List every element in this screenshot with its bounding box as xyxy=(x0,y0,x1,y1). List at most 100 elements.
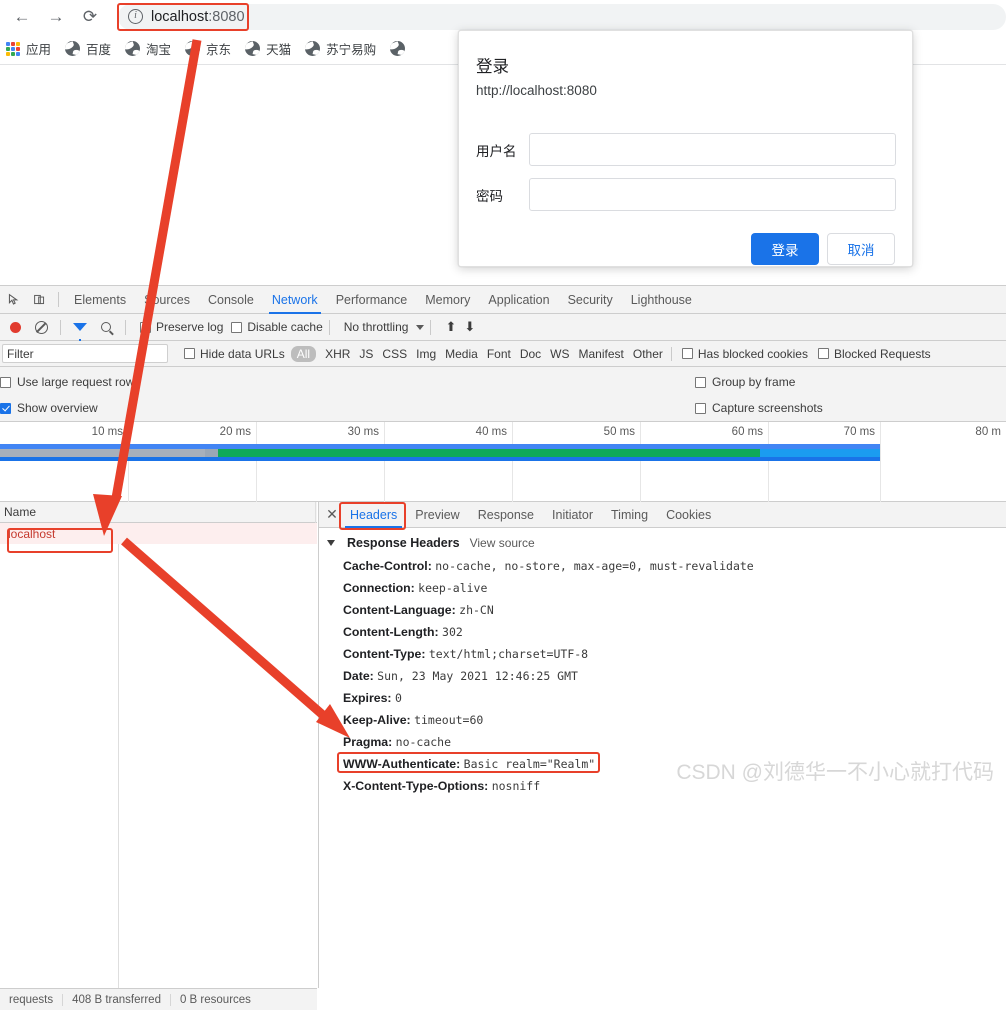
disable-cache-checkbox[interactable] xyxy=(231,321,243,333)
bookmark-suning[interactable]: 苏宁易购 xyxy=(305,39,376,58)
header-name: Keep-Alive: xyxy=(343,713,411,727)
request-list-body xyxy=(0,544,317,988)
filter-type-img[interactable]: Img xyxy=(416,347,436,361)
bookmark-tmall[interactable]: 天猫 xyxy=(245,39,291,58)
column-name[interactable]: Name xyxy=(0,501,316,523)
tab-network[interactable]: Network xyxy=(263,286,327,314)
filter-type-xhr[interactable]: XHR xyxy=(325,347,350,361)
forward-icon[interactable]: → xyxy=(42,3,70,31)
inspect-element-icon[interactable] xyxy=(0,287,26,313)
divider xyxy=(58,292,59,307)
login-button[interactable]: 登录 xyxy=(751,233,819,265)
bookmark-extra[interactable] xyxy=(390,41,411,56)
blocked-requests-option[interactable]: Blocked Requests xyxy=(817,346,931,361)
has-blocked-cookies-checkbox[interactable] xyxy=(681,348,693,359)
tab-application[interactable]: Application xyxy=(479,286,558,314)
tab-initiator[interactable]: Initiator xyxy=(543,502,602,528)
blocked-requests-checkbox[interactable] xyxy=(817,348,829,359)
filter-type-manifest[interactable]: Manifest xyxy=(579,347,624,361)
tab-elements[interactable]: Elements xyxy=(65,286,135,314)
use-large-request-rows-checkbox[interactable] xyxy=(0,376,11,388)
password-input[interactable] xyxy=(529,178,896,211)
group-by-frame-checkbox[interactable] xyxy=(695,376,706,388)
capture-screenshots-checkbox[interactable] xyxy=(695,402,706,414)
preserve-log-checkbox[interactable] xyxy=(140,321,151,333)
response-headers-section-header[interactable]: Response Headers View source xyxy=(327,536,1006,550)
use-large-request-rows-option[interactable]: Use large request rows xyxy=(0,375,140,389)
bookmark-jd[interactable]: 京东 xyxy=(185,39,231,58)
disable-cache-option[interactable]: Disable cache xyxy=(231,320,323,334)
request-list-header: Name xyxy=(0,501,317,523)
close-icon[interactable]: ✕ xyxy=(323,506,341,523)
device-toolbar-icon[interactable] xyxy=(26,287,52,313)
preserve-log-option[interactable]: Preserve log xyxy=(140,320,223,334)
tab-headers[interactable]: Headers xyxy=(341,502,406,528)
filter-type-ws[interactable]: WS xyxy=(550,347,569,361)
import-har-icon[interactable]: ⬆ xyxy=(445,319,456,335)
header-value: no-cache xyxy=(395,735,452,749)
resources-size: 0 B resources xyxy=(179,993,251,1006)
show-overview-checkbox[interactable] xyxy=(0,402,11,414)
cancel-button[interactable]: 取消 xyxy=(827,233,895,265)
hide-data-urls-option[interactable]: Hide data URLs xyxy=(184,347,285,361)
back-icon[interactable]: ← xyxy=(8,3,36,31)
filter-type-js[interactable]: JS xyxy=(359,347,373,361)
tab-lighthouse[interactable]: Lighthouse xyxy=(622,286,701,314)
request-details-pane: ✕ Headers Preview Response Initiator Tim… xyxy=(318,502,1006,988)
tick-label: 20 ms xyxy=(219,426,251,438)
filter-type-other[interactable]: Other xyxy=(633,347,663,361)
browser-toolbar: ← → ⟳ i localhost:8080 xyxy=(0,0,1006,33)
tab-performance[interactable]: Performance xyxy=(327,286,417,314)
header-value: 0 xyxy=(394,691,402,705)
has-blocked-cookies-option[interactable]: Has blocked cookies xyxy=(681,347,808,361)
header-name: WWW-Authenticate: xyxy=(343,757,461,771)
header-name: Content-Length: xyxy=(343,625,439,639)
username-input[interactable] xyxy=(529,133,896,166)
globe-icon xyxy=(125,41,141,56)
header-name: Cache-Control: xyxy=(343,559,432,573)
tick-label: 40 ms xyxy=(475,426,507,438)
group-by-frame-option[interactable]: Group by frame xyxy=(695,375,795,389)
tab-preview[interactable]: Preview xyxy=(406,502,468,528)
tab-console[interactable]: Console xyxy=(199,286,263,314)
bookmark-apps[interactable]: 应用 xyxy=(6,39,51,58)
table-row[interactable]: localhost xyxy=(0,523,317,544)
filter-type-doc[interactable]: Doc xyxy=(520,347,541,361)
reload-icon[interactable]: ⟳ xyxy=(76,3,104,31)
filter-type-css[interactable]: CSS xyxy=(382,347,407,361)
show-overview-option[interactable]: Show overview xyxy=(0,401,98,415)
triangle-down-icon xyxy=(327,540,335,546)
tab-memory[interactable]: Memory xyxy=(416,286,479,314)
address-bar[interactable]: i localhost:8080 xyxy=(118,3,1006,30)
filter-type-font[interactable]: Font xyxy=(487,347,511,361)
tab-sources[interactable]: Sources xyxy=(135,286,199,314)
blocked-requests-label: Blocked Requests xyxy=(833,346,931,361)
globe-icon xyxy=(305,41,321,56)
header-row: Content-Language: zh-CN xyxy=(343,599,1006,621)
record-icon[interactable] xyxy=(2,314,28,340)
tab-response[interactable]: Response xyxy=(469,502,543,528)
throttling-select[interactable]: No throttling xyxy=(344,320,425,334)
view-source-link[interactable]: View source xyxy=(470,536,535,550)
bookmark-taobao[interactable]: 淘宝 xyxy=(125,39,171,58)
tab-security[interactable]: Security xyxy=(559,286,622,314)
header-name: Content-Language: xyxy=(343,603,456,617)
filter-type-media[interactable]: Media xyxy=(445,347,478,361)
hide-data-urls-checkbox[interactable] xyxy=(184,348,195,359)
clear-icon[interactable] xyxy=(28,314,54,340)
tab-cookies[interactable]: Cookies xyxy=(657,502,720,528)
capture-screenshots-label: Capture screenshots xyxy=(712,401,823,415)
tab-timing[interactable]: Timing xyxy=(602,502,657,528)
filter-icon[interactable] xyxy=(67,314,93,343)
filter-input[interactable]: Filter xyxy=(2,344,168,363)
bookmark-baidu[interactable]: 百度 xyxy=(65,39,111,58)
site-info-icon[interactable]: i xyxy=(128,9,143,24)
search-icon[interactable] xyxy=(93,314,119,340)
filter-type-all[interactable]: All xyxy=(290,345,317,362)
network-overview[interactable]: 10 ms 20 ms 30 ms 40 ms 50 ms 60 ms 70 m… xyxy=(0,422,1006,502)
capture-screenshots-option[interactable]: Capture screenshots xyxy=(695,401,823,415)
globe-icon xyxy=(65,41,81,56)
header-value: no-cache, no-store, max-age=0, must-reva… xyxy=(435,559,754,573)
export-har-icon[interactable]: ⬇ xyxy=(464,319,475,335)
basic-auth-dialog: 登录 http://localhost:8080 用户名 密码 登录 取消 xyxy=(458,30,913,267)
